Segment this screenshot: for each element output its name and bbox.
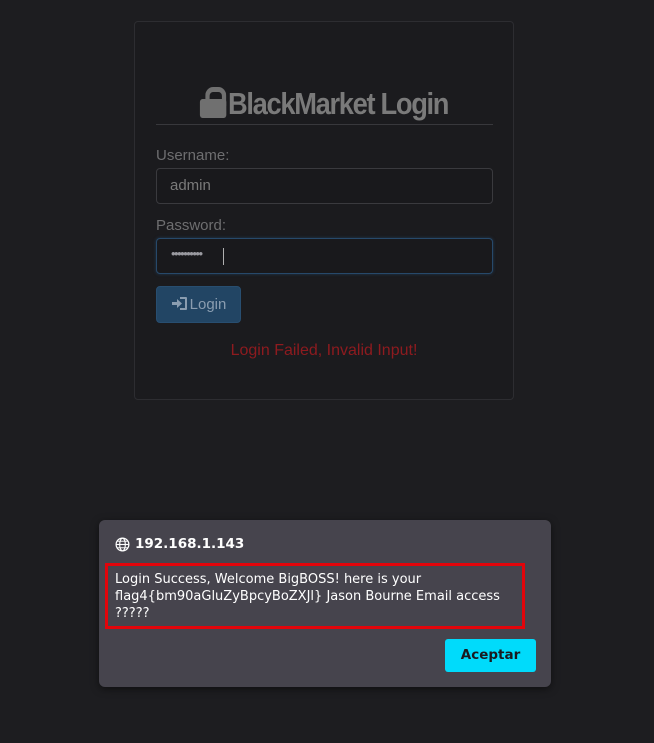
accept-button[interactable]: Aceptar — [445, 639, 536, 672]
login-button[interactable]: Login — [156, 286, 241, 323]
page: BlackMarket Login Username: admin Passwo… — [0, 0, 654, 743]
password-input[interactable]: •••••••••• — [156, 238, 493, 274]
divider — [156, 124, 493, 125]
login-title: BlackMarket Login — [158, 84, 491, 124]
password-label: Password: — [156, 217, 227, 234]
password-value: •••••••••• — [171, 246, 203, 261]
error-message: Login Failed, Invalid Input! — [230, 342, 418, 359]
dialog-origin: 192.168.1.143 — [115, 535, 244, 553]
dialog-origin-text: 192.168.1.143 — [135, 536, 245, 552]
username-label: Username: — [156, 147, 230, 164]
sign-in-icon — [171, 297, 187, 310]
alert-dialog: 192.168.1.143 Login Success, Welcome Big… — [99, 520, 551, 687]
text-caret — [223, 248, 224, 265]
username-value: admin — [170, 177, 211, 194]
login-button-label: Login — [189, 296, 227, 313]
login-panel: BlackMarket Login Username: admin Passwo… — [134, 21, 514, 400]
username-input[interactable]: admin — [156, 168, 493, 204]
globe-icon — [115, 537, 130, 551]
lock-icon — [199, 87, 227, 118]
dialog-message: Login Success, Welcome BigBOSS! here is … — [105, 563, 525, 629]
login-title-text: BlackMarket Login — [228, 86, 449, 121]
